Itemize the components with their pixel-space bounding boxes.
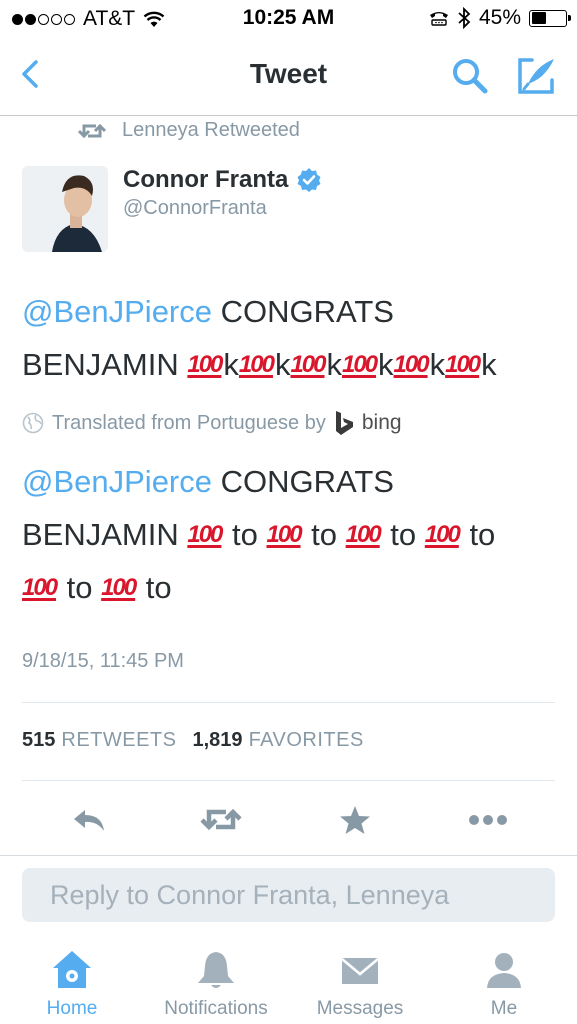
reply-button[interactable] [64, 795, 114, 845]
home-icon [48, 946, 96, 994]
tweet-text: @BenJPierce CONGRATS BENJAMIN 100k100k10… [22, 285, 562, 391]
hundred-points-emoji-icon: 100 [187, 521, 223, 548]
hundred-points-emoji-icon: 100 [101, 574, 137, 601]
status-bar: AT&T 10:25 AM 45% [0, 0, 577, 38]
emoji-suffix-text: to [137, 570, 172, 605]
tweet-line-2: BENJAMIN 100k100k100k100k100k100k [22, 338, 562, 391]
author-handle: @ConnorFranta [123, 197, 267, 219]
divider [22, 702, 555, 703]
hundred-points-emoji-icon: 100 [266, 521, 303, 548]
emoji-suffix-text: k [481, 347, 497, 382]
favorite-button[interactable] [330, 795, 380, 845]
retweeted-by-label: Lenneya Retweeted [122, 119, 300, 141]
bell-icon [192, 946, 240, 994]
emoji-suffix-text: to [58, 570, 102, 605]
tab-home-label: Home [46, 998, 98, 1019]
hundred-points-emoji-icon: 100 [345, 521, 382, 548]
retweets-label[interactable]: RETWEETS [61, 729, 176, 752]
hundred-points-emoji-icon: 100 [290, 351, 326, 378]
status-right: 45% [429, 6, 571, 30]
bing-logo-icon [335, 411, 353, 435]
retweet-icon [200, 808, 242, 831]
tab-notifications[interactable]: Notifications [150, 936, 282, 1024]
favorites-count[interactable]: 1,819 [193, 729, 243, 752]
bing-label: bing [361, 411, 402, 434]
envelope-icon [336, 946, 384, 994]
translated-line-1: @BenJPierce CONGRATS [22, 455, 562, 508]
tweet-line-1: @BenJPierce CONGRATS [22, 285, 562, 338]
emoji-suffix-text: to [302, 517, 346, 552]
battery-icon [529, 9, 571, 27]
emoji-sequence: 100 to 100 to [22, 570, 172, 605]
tab-home[interactable]: Home [34, 936, 110, 1024]
favorite-icon [340, 806, 370, 834]
translated-from-label: Translated from Portuguese by [52, 411, 326, 434]
hundred-points-emoji-icon: 100 [445, 351, 481, 378]
person-icon [480, 946, 528, 994]
favorites-label[interactable]: FAVORITES [249, 729, 364, 752]
author-name-text: Connor Franta [123, 166, 289, 193]
retweet-icon [78, 123, 106, 138]
battery-percent: 45% [478, 6, 521, 29]
tweet-timestamp: 9/18/15, 11:45 PM [22, 650, 184, 672]
avatar[interactable] [22, 166, 108, 252]
hundred-points-emoji-icon: 100 [342, 351, 378, 378]
tweet-stats: 515 RETWEETS 1,819 FAVORITES [22, 729, 374, 752]
emoji-suffix-text: k [429, 347, 446, 382]
emoji-suffix-text: k [326, 347, 343, 382]
reply-icon [74, 810, 104, 831]
translated-text-part: CONGRATS [212, 464, 394, 499]
emoji-suffix-text: k [378, 347, 394, 382]
hundred-points-emoji-icon: 100 [22, 574, 58, 601]
tty-icon [429, 12, 448, 26]
nav-bar: Tweet [0, 38, 577, 116]
search-button[interactable] [450, 56, 490, 96]
tab-notifications-label: Notifications [164, 998, 268, 1019]
divider [22, 780, 555, 781]
verified-badge-icon [297, 168, 321, 192]
retweet-button[interactable] [196, 795, 246, 845]
compose-icon [518, 58, 554, 94]
hundred-points-emoji-icon: 100 [238, 351, 275, 378]
author-name[interactable]: Connor Franta [123, 166, 322, 194]
translated-text-part: BENJAMIN [22, 517, 188, 552]
emoji-sequence: 100 to 100 to 100 to 100 to [187, 517, 495, 552]
avatar-image [22, 166, 108, 252]
translated-line-3: 100 to 100 to [22, 561, 562, 614]
tab-messages[interactable]: Messages [306, 936, 414, 1024]
emoji-suffix-text: k [274, 347, 291, 382]
retweeted-by[interactable]: Lenneya Retweeted [78, 119, 300, 142]
more-icon [469, 815, 507, 825]
translated-text: @BenJPierce CONGRATS BENJAMIN 100 to 100… [22, 455, 562, 614]
bluetooth-icon [458, 7, 471, 29]
tab-me[interactable]: Me [470, 936, 538, 1024]
search-icon [453, 59, 488, 94]
action-bar [0, 795, 577, 845]
tab-messages-label: Messages [316, 998, 404, 1019]
hundred-points-emoji-icon: 100 [393, 351, 430, 378]
tweet-text-part: CONGRATS [212, 294, 394, 329]
compose-button[interactable] [514, 56, 558, 96]
mention-link[interactable]: @BenJPierce [22, 464, 212, 499]
page-title: Tweet [249, 58, 328, 89]
mention-link[interactable]: @BenJPierce [22, 294, 212, 329]
reply-input[interactable] [22, 868, 555, 922]
hundred-points-emoji-icon: 100 [187, 351, 223, 378]
tweet-text-part: BENJAMIN [22, 347, 188, 382]
globe-icon [22, 412, 44, 434]
tab-me-label: Me [490, 998, 518, 1019]
tab-bar: Home Notifications Messages Me [0, 936, 577, 1024]
reply-bar [0, 856, 577, 936]
retweets-count[interactable]: 515 [22, 729, 55, 752]
emoji-suffix-text: to [460, 517, 496, 552]
emoji-suffix-text: to [381, 517, 425, 552]
hundred-points-emoji-icon: 100 [424, 521, 461, 548]
translation-attribution: Translated from Portuguese by bing [22, 410, 402, 436]
more-button[interactable] [463, 795, 513, 845]
translated-line-2: BENJAMIN 100 to 100 to 100 to 100 to [22, 508, 562, 561]
emoji-suffix-text: to [223, 517, 267, 552]
emoji-suffix-text: k [223, 347, 239, 382]
emoji-sequence: 100k100k100k100k100k100k [187, 347, 496, 382]
